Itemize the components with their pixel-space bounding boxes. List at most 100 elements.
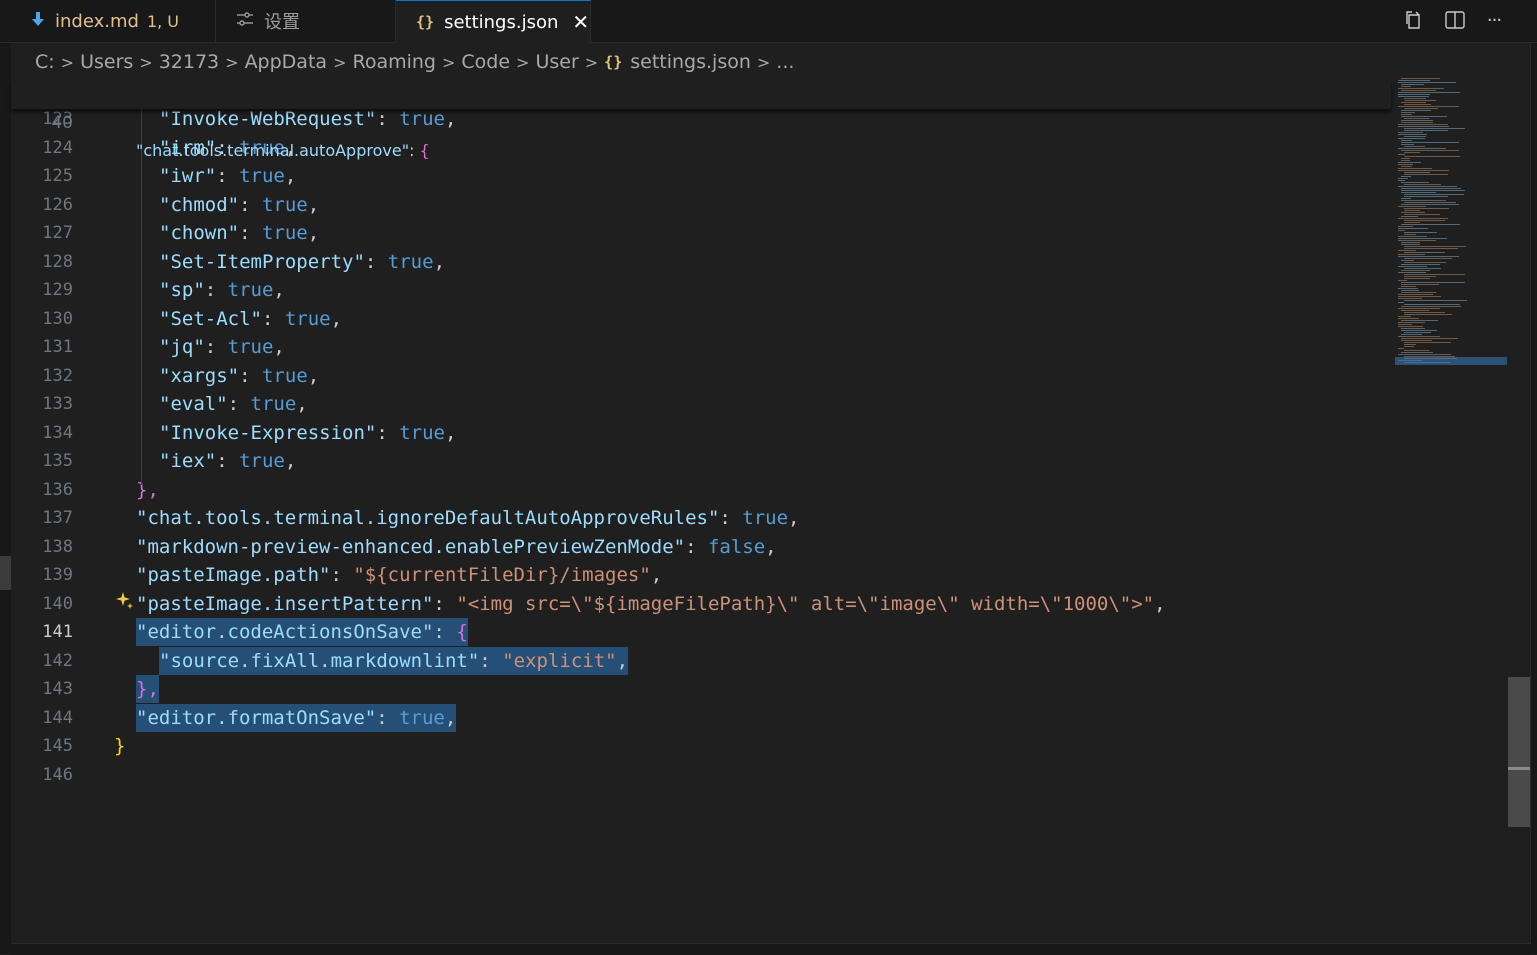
breadcrumb-item[interactable]: settings.json (630, 51, 751, 73)
code-line[interactable]: 126 "chmod": true, (11, 191, 1391, 219)
minimap-line (1398, 266, 1427, 267)
minimap-line (1401, 242, 1420, 243)
code-line[interactable]: 140 "pasteImage.insertPattern": "<img src… (11, 590, 1391, 618)
code-line[interactable]: 137 "chat.tools.terminal.ignoreDefaultAut… (11, 504, 1391, 532)
minimap[interactable] (1395, 78, 1507, 368)
code-line[interactable]: 139 "pasteImage.path": "${currentFileDir}… (11, 561, 1391, 589)
minimap-line (1401, 182, 1429, 183)
minimap-line (1404, 128, 1465, 129)
code-line[interactable]: 127 "chown": true, (11, 219, 1391, 247)
punctuation: : (409, 141, 420, 160)
breadcrumb-item[interactable]: ... (776, 51, 794, 73)
code-line[interactable]: 129 "sp": true, (11, 276, 1391, 304)
code-line[interactable]: 138 "markdown-preview-enhanced.enablePrev… (11, 533, 1391, 561)
minimap-line (1398, 134, 1427, 135)
punctuation: , (1154, 592, 1166, 615)
minimap-line (1404, 258, 1452, 259)
code-line[interactable]: 143}, (11, 675, 1391, 703)
punctuation: : (433, 621, 457, 643)
sparkle-icon[interactable] (115, 591, 135, 611)
minimap-line (1398, 272, 1426, 273)
punctuation: , (788, 507, 800, 529)
minimap-line (1401, 216, 1418, 217)
line-number: 137 (42, 508, 73, 528)
code-line[interactable]: 146 (11, 761, 1391, 789)
minimap-line (1398, 302, 1404, 303)
settings-sliders-icon (236, 11, 254, 32)
json-key: "source.fixAll.markdownlint" (159, 649, 480, 672)
minimap-line (1401, 224, 1460, 225)
minimap-line (1398, 138, 1425, 139)
scrollbar-thumb[interactable] (1508, 677, 1530, 827)
minimap-line (1401, 198, 1411, 199)
minimap-viewport[interactable] (1395, 357, 1507, 365)
code-line[interactable]: 131 "jq": true, (11, 333, 1391, 361)
close-tab-icon[interactable]: ✕ (572, 10, 589, 34)
minimap-line (1398, 316, 1411, 317)
code-line[interactable]: 141 "editor.codeActionsOnSave": { (11, 618, 1391, 646)
json-key: "xargs" (159, 364, 240, 387)
punctuation: : (685, 535, 708, 558)
breadcrumb-item[interactable]: C: (35, 51, 55, 73)
breadcrumb-item[interactable]: 32173 (159, 51, 219, 73)
minimap-line (1401, 200, 1446, 201)
minimap-line (1404, 312, 1445, 313)
json-value: true (261, 193, 308, 216)
split-editor-icon[interactable] (1442, 7, 1468, 33)
tab-settings-json[interactable]: {} settings.json ✕ (396, 0, 591, 43)
breadcrumb-item[interactable]: Roaming (352, 51, 436, 73)
json-string: "explicit" (502, 649, 617, 672)
minimap-line (1398, 288, 1418, 289)
chevron-right-icon: > (60, 52, 75, 72)
tab-index-md[interactable]: index.md 1, U (11, 0, 216, 42)
chevron-right-icon: > (225, 52, 239, 72)
minimap-line (1398, 106, 1459, 107)
code-editor[interactable]: 123 "Invoke-WebRequest": true, 124 "irm": t… (11, 81, 1391, 943)
code-line[interactable]: 135 "iex": true, (11, 447, 1391, 475)
code-line[interactable]: 145} (11, 732, 1391, 760)
code-line[interactable]: 134 "Invoke-Expression": true, (11, 419, 1391, 447)
bracket: } (114, 735, 126, 757)
json-key: "Set-ItemProperty" (159, 250, 365, 273)
minimap-line (1398, 296, 1441, 297)
code-line[interactable]: 130 "Set-Acl": true, (11, 305, 1391, 333)
minimap-line (1401, 158, 1410, 159)
punctuation: : (433, 592, 457, 615)
code-line[interactable]: 132 "xargs": true, (11, 362, 1391, 390)
sticky-scroll-header[interactable]: 40 "chat.tools.terminal.autoApprove": { (11, 81, 1391, 160)
breadcrumb-item[interactable]: Code (461, 51, 510, 73)
minimap-line (1401, 286, 1416, 287)
code-line[interactable]: 123 "Invoke-WebRequest": true, (11, 105, 1391, 133)
activity-strip (0, 0, 11, 954)
json-string: "${currentFileDir}/images" (353, 564, 651, 586)
code-line[interactable]: 128 "Set-ItemProperty": true, (11, 248, 1391, 276)
minimap-line (1398, 124, 1448, 125)
minimap-line (1404, 108, 1438, 109)
horizontal-scrollbar[interactable] (11, 943, 1531, 955)
punctuation: : (239, 364, 262, 387)
json-value: true (239, 165, 285, 187)
json-value: true (261, 364, 308, 387)
punctuation: , (307, 222, 320, 244)
minimap-line (1398, 354, 1451, 355)
code-line[interactable]: 144 "editor.formatOnSave": true, (11, 703, 1391, 732)
code-line[interactable]: 142 "source.fixAll.markdownlint": "explic… (11, 646, 1391, 675)
breadcrumb-item[interactable]: AppData (245, 51, 328, 73)
tab-settings[interactable]: 设置 (216, 0, 396, 42)
line-number: 136 (42, 479, 73, 500)
open-changes-icon[interactable] (1401, 7, 1427, 33)
code-line[interactable]: 133 "eval": true, (11, 390, 1391, 418)
minimap-line (1398, 180, 1405, 181)
more-actions-icon[interactable]: ··· (1481, 7, 1507, 33)
markdown-icon (31, 11, 45, 32)
line-number: 135 (42, 451, 73, 471)
code-line[interactable]: 125 "iwr": true, (11, 162, 1391, 190)
breadcrumb-item[interactable]: Users (80, 51, 133, 73)
minimap-line (1398, 336, 1440, 337)
breadcrumb: C: > Users > 32173 > AppData > Roaming > Code… (11, 43, 1531, 81)
code-line[interactable]: 136}, (11, 476, 1391, 504)
json-braces-icon: {} (604, 53, 623, 71)
minimap-line (1398, 318, 1419, 319)
breadcrumb-item[interactable]: User (535, 51, 578, 73)
minimap-line (1398, 324, 1412, 325)
